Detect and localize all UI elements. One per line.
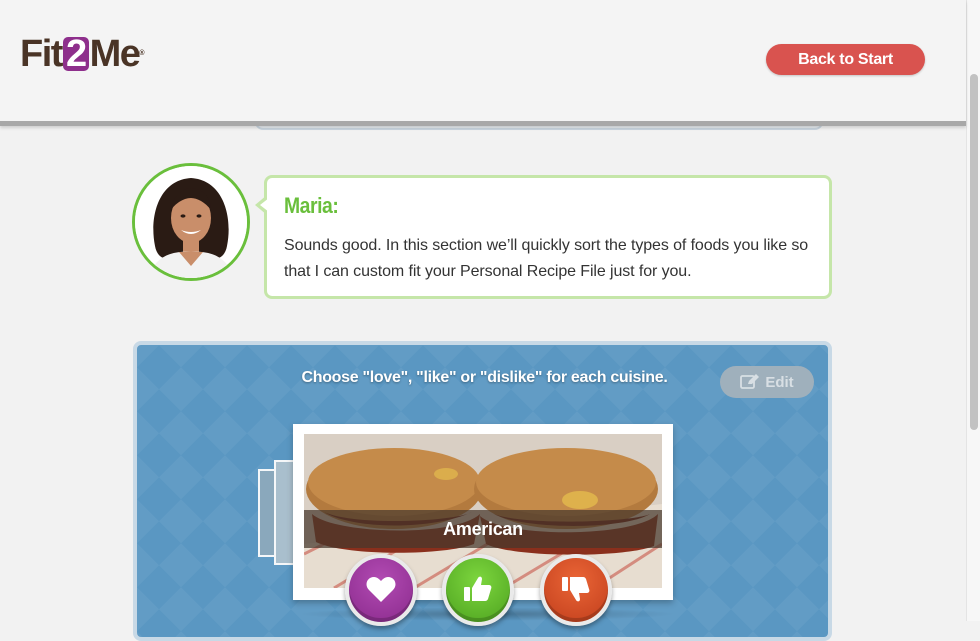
coach-speech-bubble: Maria: Sounds good. In this section we’l… bbox=[255, 175, 832, 299]
edit-button-label: Edit bbox=[765, 373, 794, 391]
cuisine-label: American bbox=[304, 510, 662, 548]
thumbs-down-icon bbox=[561, 575, 591, 606]
logo-text-2: 2 bbox=[62, 35, 89, 73]
fit2me-logo[interactable]: Fit 2 Me® bbox=[20, 34, 145, 74]
coach-portrait-image bbox=[135, 166, 247, 278]
cuisine-sorter-panel: Choose "love", "like" or "dislike" for e… bbox=[133, 341, 832, 641]
coach-message: Sounds good. In this section we’ll quick… bbox=[284, 237, 809, 280]
app-header: Fit 2 Me® Back to Start bbox=[0, 0, 966, 126]
like-button[interactable] bbox=[442, 554, 514, 626]
coach-name: Maria: bbox=[284, 193, 339, 218]
thumbs-up-icon bbox=[463, 575, 493, 606]
logo-text-me: Me bbox=[89, 33, 141, 75]
back-to-start-button[interactable]: Back to Start bbox=[766, 44, 925, 75]
edit-button[interactable]: Edit bbox=[720, 366, 814, 398]
dislike-button[interactable] bbox=[540, 554, 612, 626]
page-scrollbar[interactable] bbox=[966, 0, 980, 621]
logo-text-fit: Fit bbox=[20, 33, 63, 75]
scrollbar-thumb[interactable] bbox=[970, 74, 978, 430]
love-button[interactable] bbox=[345, 554, 417, 626]
coach-avatar bbox=[132, 163, 250, 281]
logo-trademark: ® bbox=[139, 50, 145, 57]
edit-icon bbox=[740, 374, 760, 390]
heart-icon bbox=[366, 575, 396, 606]
